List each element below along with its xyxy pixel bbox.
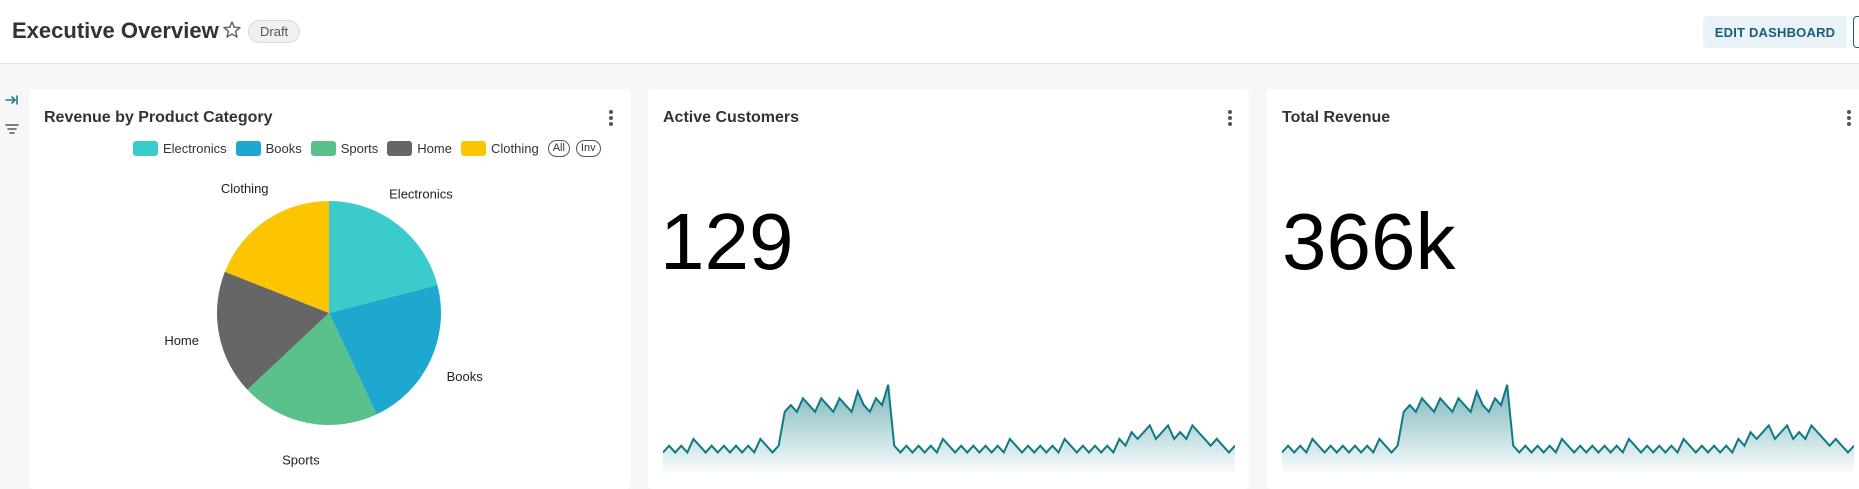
more-icon[interactable] [602, 107, 620, 129]
star-icon[interactable] [222, 20, 242, 40]
edit-dashboard-button[interactable]: EDIT DASHBOARD [1703, 16, 1847, 48]
big-number-value: 129 [660, 197, 794, 286]
big-number-value: 366k [1282, 197, 1456, 286]
sparkline-area [1282, 384, 1854, 472]
pie-chart: Electronics Books Sports Home Clothing [164, 181, 484, 467]
pie-label-home: Home [164, 333, 199, 348]
pie-label-electronics: Electronics [389, 186, 453, 201]
legend-invert-button[interactable]: Inv [575, 139, 601, 157]
sparkline-chart [1282, 384, 1854, 472]
pie-label-books: Books [447, 369, 484, 384]
more-icon[interactable] [1840, 107, 1858, 129]
more-icon[interactable] [1221, 107, 1239, 129]
card-title: Total Revenue [1282, 109, 1391, 126]
sparkline-area [663, 384, 1235, 472]
chart-legend: Electronics Books Sports Home Clothing A… [133, 138, 607, 158]
status-badge: Draft [248, 20, 301, 43]
sparkline-chart [663, 384, 1235, 472]
legend-all-button[interactable]: All [547, 139, 570, 157]
legend-item-sports[interactable]: Sports [310, 140, 378, 156]
legend-item-clothing[interactable]: Clothing [460, 140, 539, 156]
dashboard-header: Executive Overview Draft EDIT DASHBOARD [0, 0, 1859, 64]
filter-icon[interactable] [4, 121, 20, 137]
card-title: Revenue by Product Category [44, 109, 273, 126]
legend-item-home[interactable]: Home [387, 140, 452, 156]
legend-item-electronics[interactable]: Electronics [133, 140, 227, 156]
pie-label-clothing: Clothing [221, 181, 269, 196]
collapse-expand-icon[interactable] [4, 92, 20, 108]
card-title: Active Customers [663, 109, 800, 126]
page-title: Executive Overview [12, 18, 219, 43]
pie-label-sports: Sports [282, 452, 320, 467]
legend-item-books[interactable]: Books [235, 140, 302, 156]
more-actions-button[interactable] [1853, 16, 1859, 48]
